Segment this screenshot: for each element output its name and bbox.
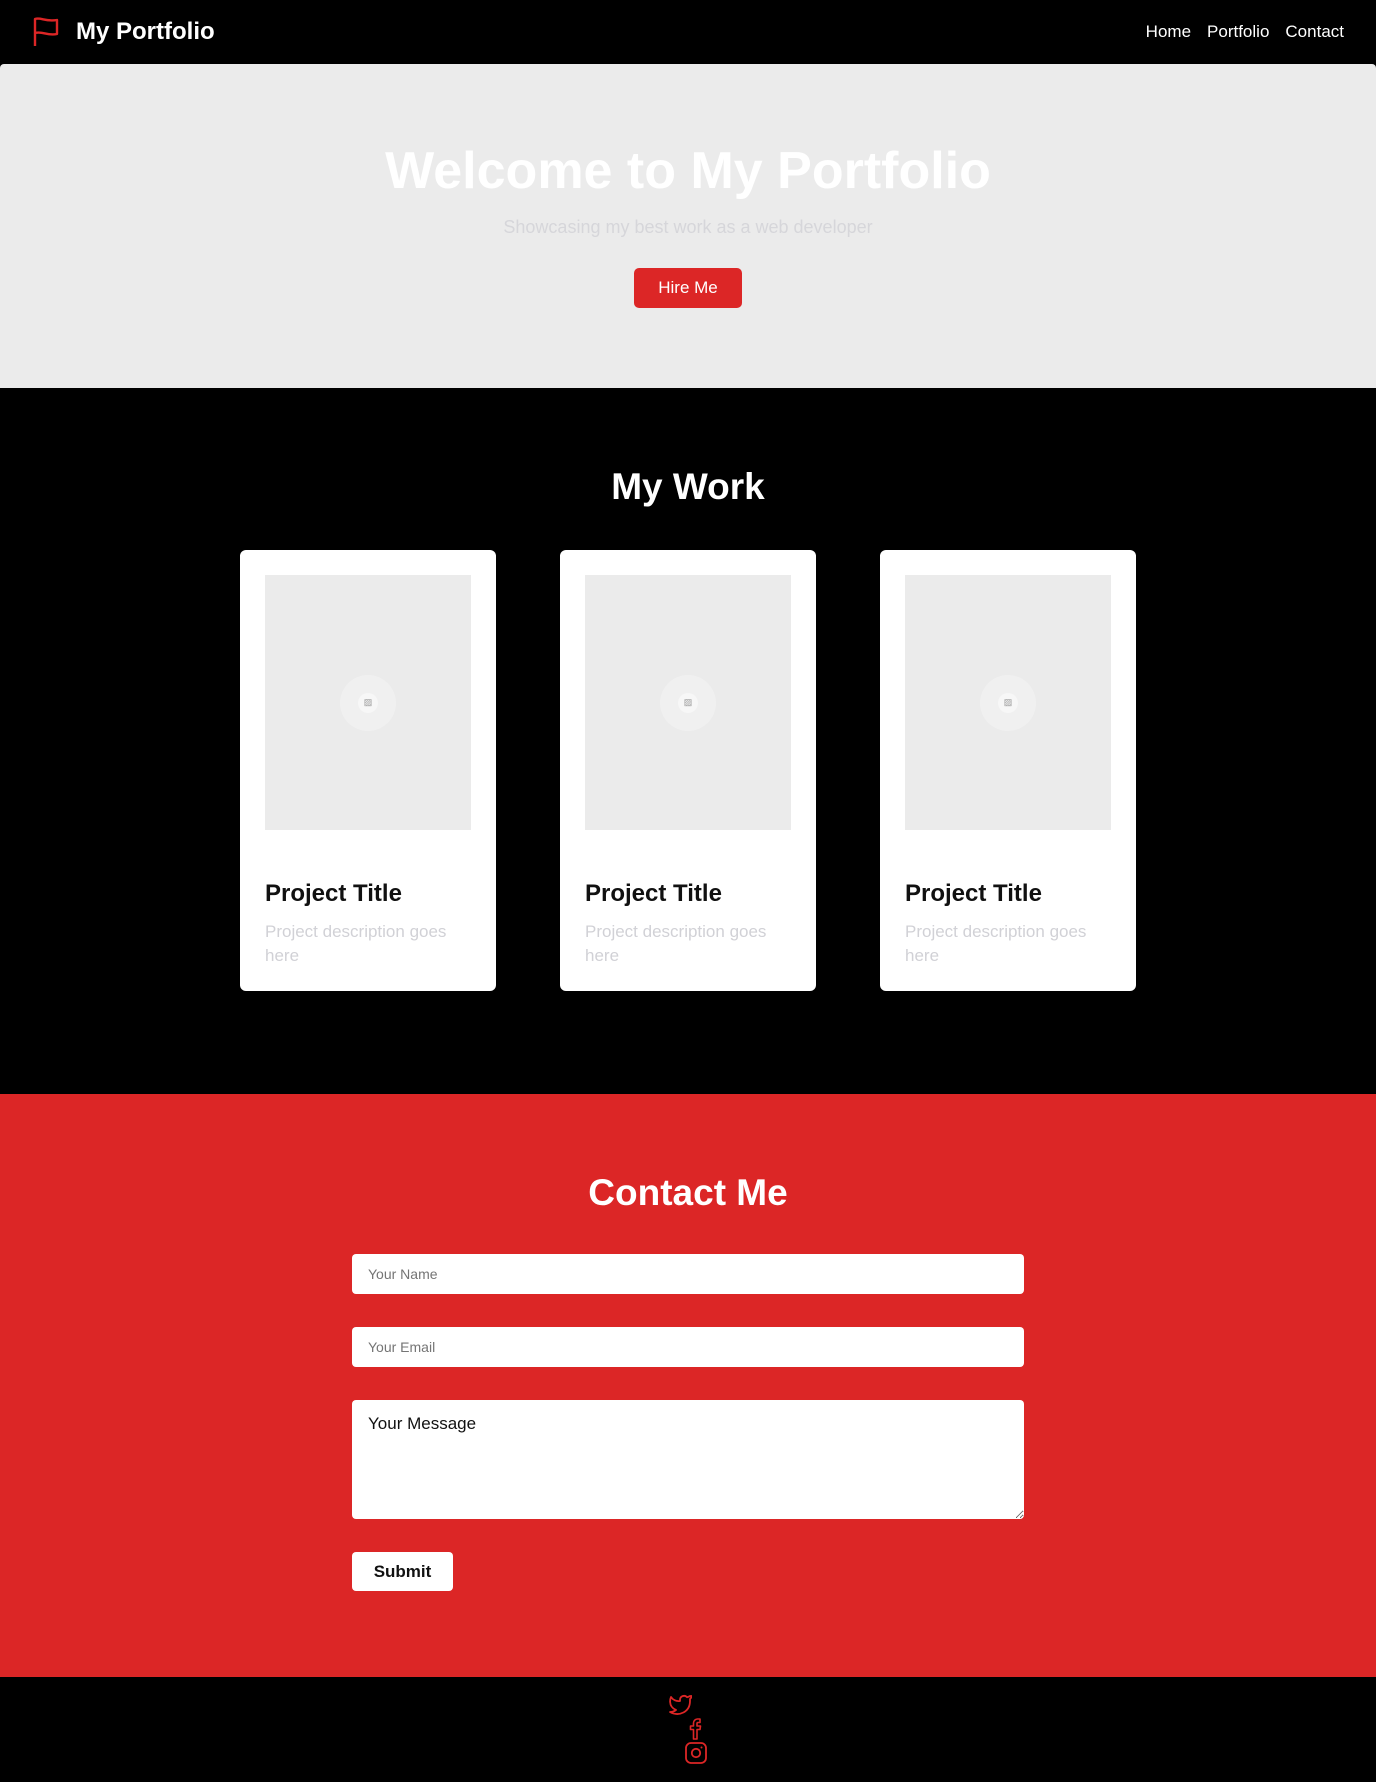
navbar: My Portfolio Home Portfolio Contact [0, 0, 1376, 64]
submit-button[interactable]: Submit [352, 1552, 453, 1591]
hero-title: Welcome to My Portfolio [385, 142, 991, 200]
project-image-placeholder: ▨ [265, 575, 471, 830]
project-title: Project Title [585, 880, 722, 907]
contact-title: Contact Me [588, 1172, 788, 1213]
flag-icon [33, 17, 59, 46]
project-image-placeholder: ▨ [585, 575, 791, 830]
project-description: Project description goes here [265, 922, 447, 965]
hero-section: Welcome to My Portfolio Showcasing my be… [0, 64, 1376, 388]
work-section: My Work ▨ Project Title Project descript… [0, 388, 1376, 1094]
hero-subtitle: Showcasing my best work as a web develop… [503, 217, 873, 237]
brand[interactable]: My Portfolio [32, 16, 215, 48]
project-card[interactable]: ▨ Project Title Project description goes… [560, 550, 816, 991]
project-card[interactable]: ▨ Project Title Project description goes… [880, 550, 1136, 991]
work-title: My Work [611, 466, 765, 507]
message-textarea[interactable]: Your Message [352, 1400, 1024, 1519]
project-title: Project Title [265, 880, 402, 907]
image-icon: ▨ [678, 692, 698, 713]
email-input[interactable] [352, 1327, 1024, 1367]
hire-me-button[interactable]: Hire Me [634, 268, 742, 308]
image-icon: ▨ [998, 692, 1018, 713]
project-card[interactable]: ▨ Project Title Project description goes… [240, 550, 496, 991]
contact-form: Your Message Submit [352, 1254, 1024, 1591]
contact-section: Contact Me Your Message Submit [0, 1094, 1376, 1677]
facebook-icon[interactable] [688, 1718, 704, 1740]
nav-contact[interactable]: Contact [1285, 22, 1344, 42]
name-input[interactable] [352, 1254, 1024, 1294]
project-title: Project Title [905, 880, 1042, 907]
brand-name: My Portfolio [76, 18, 215, 45]
footer [0, 1677, 1376, 1782]
project-image-placeholder: ▨ [905, 575, 1111, 830]
project-description: Project description goes here [905, 922, 1087, 965]
project-description: Project description goes here [585, 922, 767, 965]
nav-home[interactable]: Home [1146, 22, 1191, 42]
image-icon: ▨ [358, 692, 378, 713]
twitter-icon[interactable] [668, 1694, 692, 1716]
instagram-icon[interactable] [684, 1741, 708, 1765]
nav-portfolio[interactable]: Portfolio [1207, 22, 1269, 42]
